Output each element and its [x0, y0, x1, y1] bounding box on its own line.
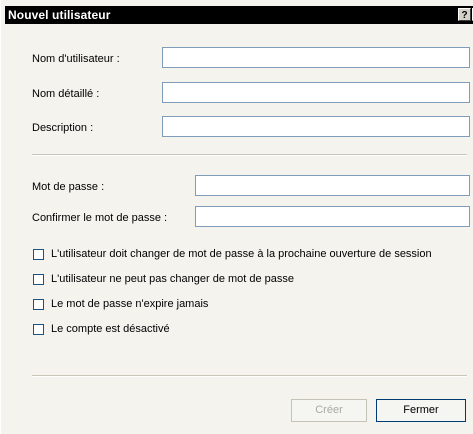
checkbox[interactable]: [33, 298, 44, 310]
separator-top: [32, 154, 467, 156]
username-input[interactable]: [162, 47, 470, 68]
option-label: Le compte est désactivé: [51, 323, 170, 335]
password-input[interactable]: [195, 175, 470, 196]
create-button[interactable]: Créer: [291, 399, 367, 422]
separator-bottom: [32, 375, 467, 377]
option-must-change-password[interactable]: L'utilisateur doit changer de mot de pas…: [33, 248, 432, 260]
checkbox[interactable]: [33, 273, 44, 285]
option-label: L'utilisateur doit changer de mot de pas…: [51, 248, 432, 260]
close-button[interactable]: Fermer: [376, 399, 466, 422]
fullname-input[interactable]: [162, 82, 470, 103]
option-account-disabled[interactable]: Le compte est désactivé: [33, 323, 170, 335]
title-bar: Nouvel utilisateur ? ✕: [5, 6, 473, 24]
description-input[interactable]: [162, 116, 470, 137]
username-label: Nom d'utilisateur :: [32, 53, 120, 65]
option-label: L'utilisateur ne peut pas changer de mot…: [51, 273, 295, 285]
description-label: Description :: [32, 122, 94, 134]
checkbox[interactable]: [33, 248, 44, 260]
option-cannot-change-password[interactable]: L'utilisateur ne peut pas changer de mot…: [33, 273, 294, 285]
option-label: Le mot de passe n'expire jamais: [51, 298, 209, 310]
window-title: Nouvel utilisateur: [8, 8, 111, 22]
option-password-never-expires[interactable]: Le mot de passe n'expire jamais: [33, 298, 208, 310]
new-user-dialog: Nouvel utilisateur ? ✕ Nom d'utilisateur…: [0, 0, 473, 434]
password-label: Mot de passe :: [32, 181, 105, 193]
confirm-password-input[interactable]: [195, 206, 470, 227]
fullname-label: Nom détaillé :: [32, 88, 100, 100]
confirm-password-label: Confirmer le mot de passe :: [32, 212, 168, 224]
help-button[interactable]: ?: [458, 8, 471, 21]
checkbox[interactable]: [33, 323, 44, 335]
